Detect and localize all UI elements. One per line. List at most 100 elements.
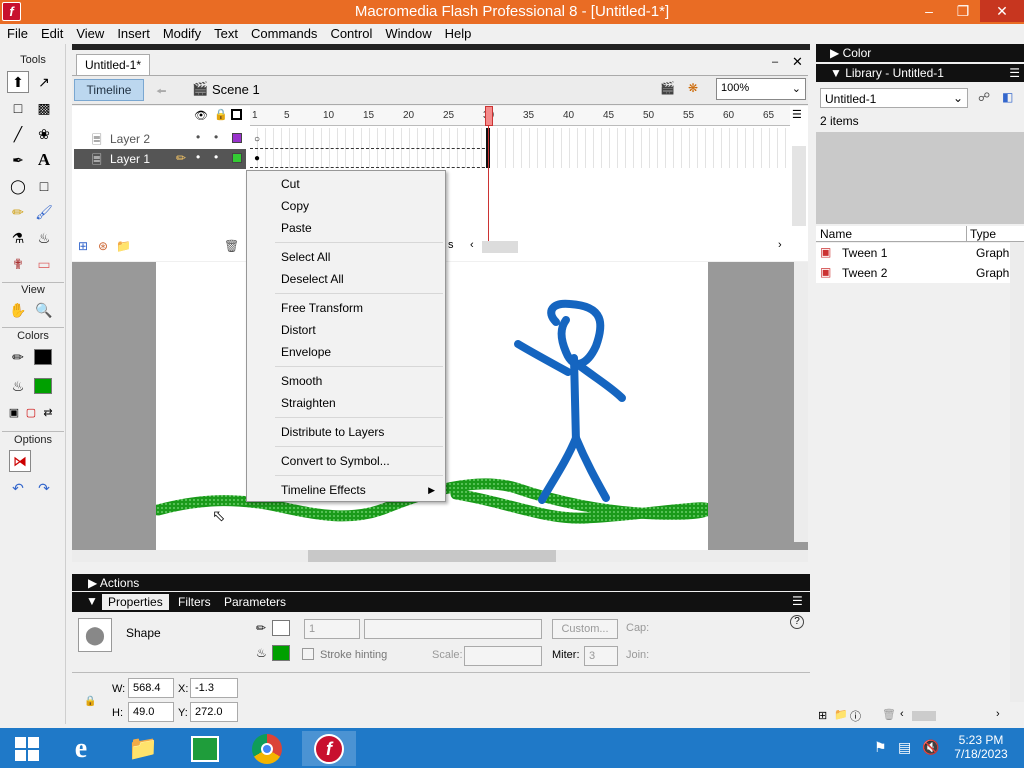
keyframe-empty-icon[interactable]: ○ <box>254 134 260 145</box>
menu-item-deselect-all[interactable]: Deselect All <box>247 268 445 290</box>
zoom-tool-icon[interactable]: 🔍 <box>33 299 55 321</box>
new-library-panel-icon[interactable]: ◧ <box>1002 90 1013 104</box>
timeline-ruler[interactable]: 1 5 10 15 20 25 30 35 40 45 50 55 60 65 <box>250 106 790 126</box>
network-icon[interactable]: ▤ <box>898 739 911 756</box>
layer-row-2[interactable]: 🗏 Layer 2 • • <box>74 129 246 149</box>
stroke-color-icon[interactable]: ✏ <box>7 346 29 368</box>
fill-color-icon[interactable]: ♨ <box>7 375 29 397</box>
pin-library-icon[interactable]: ☍ <box>978 90 990 104</box>
menu-commands[interactable]: Commands <box>244 24 323 41</box>
stroke-color-swatch[interactable] <box>34 349 52 365</box>
selection-tool-icon[interactable]: ⬆ <box>7 71 29 93</box>
insert-folder-icon[interactable]: 📁 <box>116 239 131 253</box>
lock-icon[interactable]: 🔒 <box>214 108 228 121</box>
edit-symbols-icon[interactable]: ❋ <box>688 81 698 95</box>
timeline-menu-icon[interactable]: ☰ <box>792 108 802 121</box>
tab-filters[interactable]: Filters <box>178 595 211 609</box>
eye-icon[interactable]: 👁 <box>194 109 208 122</box>
snap-magnet-icon[interactable]: ⧒ <box>9 450 31 472</box>
menu-text[interactable]: Text <box>207 24 244 41</box>
chrome-icon[interactable] <box>240 731 294 766</box>
col-name[interactable]: Name <box>820 227 852 241</box>
menu-item-timeline-effects[interactable]: Timeline Effects ▶ <box>247 479 445 501</box>
tab-parameters[interactable]: Parameters <box>224 595 286 609</box>
internet-explorer-icon[interactable]: e <box>54 731 108 766</box>
timeline-hscroll-thumb[interactable] <box>482 241 518 253</box>
fill-color-picker[interactable] <box>272 645 290 661</box>
menu-item-envelope[interactable]: Envelope <box>247 341 445 363</box>
action-center-flag-icon[interactable]: ⚑ <box>874 739 887 756</box>
file-explorer-icon[interactable]: 📁 <box>116 731 170 766</box>
timeline-scrollbar[interactable] <box>792 146 806 226</box>
start-button[interactable] <box>0 731 54 766</box>
scroll-left-icon[interactable]: ‹ <box>900 708 904 720</box>
eyedropper-tool-icon[interactable]: ✟ <box>7 253 29 275</box>
menu-window[interactable]: Window <box>378 24 437 41</box>
scroll-right-icon[interactable]: › <box>778 239 782 251</box>
swap-colors-icon[interactable]: ⇄ <box>37 401 59 423</box>
scene-label[interactable]: Scene 1 <box>212 82 260 97</box>
miter-input[interactable]: 3 <box>584 646 618 666</box>
col-type[interactable]: Type <box>970 227 996 241</box>
menu-item-distort[interactable]: Distort <box>247 319 445 341</box>
ink-bottle-tool-icon[interactable]: ⚗ <box>7 227 29 249</box>
menu-insert[interactable]: Insert <box>110 24 156 41</box>
menu-item-smooth[interactable]: Smooth <box>247 370 445 392</box>
stroke-hinting-checkbox[interactable] <box>302 648 314 660</box>
custom-button[interactable]: Custom... <box>552 619 618 639</box>
add-motion-guide-icon[interactable]: ⊛ <box>98 239 108 253</box>
text-tool-icon[interactable]: A <box>33 149 55 171</box>
library-select[interactable]: Untitled-1 ⌄ <box>820 88 968 108</box>
delete-layer-icon[interactable]: 🗑 <box>224 239 239 253</box>
delete-icon[interactable]: 🗑 <box>882 708 896 721</box>
close-button[interactable]: ✕ <box>980 0 1024 22</box>
stroke-color-picker[interactable] <box>272 620 290 636</box>
y-input[interactable]: 272.0 <box>190 702 238 722</box>
subselection-tool-icon[interactable]: ↗ <box>33 71 55 93</box>
pencil-tool-icon[interactable]: ✏ <box>7 201 29 223</box>
keyframe-icon[interactable]: ● <box>254 153 260 164</box>
volume-muted-icon[interactable]: 🔇 <box>922 739 939 756</box>
menu-item-select-all[interactable]: Select All <box>247 246 445 268</box>
minimize-button[interactable]: – <box>912 0 946 22</box>
doc-minimize-icon[interactable]: – <box>772 56 778 68</box>
frame-grid[interactable]: ○ ● <box>250 128 790 168</box>
free-transform-tool-icon[interactable]: □ <box>7 97 29 119</box>
flash-taskbar-icon[interactable]: f <box>302 731 356 766</box>
restore-button[interactable]: ❐ <box>946 0 980 22</box>
fill-color-swatch[interactable] <box>34 378 52 394</box>
document-tab[interactable]: Untitled-1* <box>76 54 150 75</box>
menu-edit[interactable]: Edit <box>34 24 69 41</box>
doc-close-icon[interactable]: ✕ <box>792 54 803 70</box>
new-folder-icon[interactable]: 📁 <box>834 708 848 721</box>
scroll-left-icon[interactable]: ‹ <box>470 239 474 251</box>
stage-hscroll-thumb[interactable] <box>308 550 556 562</box>
menu-item-distribute-to-layers[interactable]: Distribute to Layers <box>247 421 445 443</box>
store-icon[interactable] <box>178 731 232 766</box>
library-panel-header[interactable]: ▼ Library - Untitled-1 ☰ <box>816 64 1024 82</box>
zoom-select[interactable]: 100% ⌄ <box>716 78 806 100</box>
eraser-tool-icon[interactable]: ▭ <box>33 253 55 275</box>
lock-icon[interactable]: 🔒 <box>84 696 96 707</box>
menu-item-free-transform[interactable]: Free Transform <box>247 297 445 319</box>
edit-scene-icon[interactable]: 🎬 <box>660 81 675 95</box>
pen-tool-icon[interactable]: ✒ <box>7 149 29 171</box>
menu-file[interactable]: File <box>0 24 34 41</box>
tab-properties[interactable]: Properties <box>102 594 169 610</box>
brush-tool-icon[interactable]: 🖌 <box>33 201 55 223</box>
lasso-tool-icon[interactable]: ❀ <box>33 123 55 145</box>
insert-layer-icon[interactable]: ⊞ <box>78 239 88 253</box>
actions-panel-header[interactable]: ▶ Actions <box>72 575 810 591</box>
library-scrollbar[interactable] <box>1010 242 1024 702</box>
oval-tool-icon[interactable]: ◯ <box>7 175 29 197</box>
gradient-transform-tool-icon[interactable]: ▩ <box>33 97 55 119</box>
layer-row-1[interactable]: 🗏 Layer 1 ✏ • • <box>74 149 246 169</box>
smooth-icon[interactable]: ↶ <box>7 477 29 499</box>
properties-icon[interactable]: ⓘ <box>850 708 861 724</box>
menu-item-straighten[interactable]: Straighten <box>247 392 445 414</box>
back-arrow-icon[interactable]: 🠘 <box>156 82 167 103</box>
menu-modify[interactable]: Modify <box>156 24 207 41</box>
clock[interactable]: 5:23 PM 7/18/2023 <box>950 733 1012 761</box>
panel-menu-icon[interactable]: ☰ <box>1009 66 1020 80</box>
paint-bucket-tool-icon[interactable]: ♨ <box>33 227 55 249</box>
